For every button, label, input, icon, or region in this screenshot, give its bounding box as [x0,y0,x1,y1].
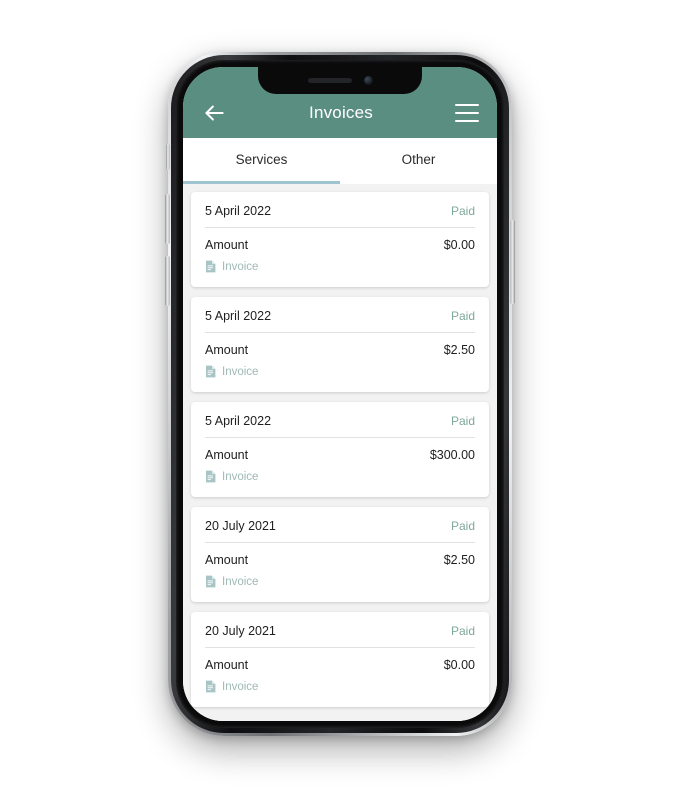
invoice-date: 5 April 2022 [205,309,272,323]
status-badge: Paid [450,519,475,533]
status-badge: Paid [450,624,475,638]
invoice-download-link[interactable]: Invoice [205,365,475,378]
invoice-card[interactable]: 5 April 2022 Paid Amount $300.00 Invoice [191,402,489,497]
menu-bar-2 [455,111,479,115]
amount-label: Amount [205,343,249,357]
amount-value: $0.00 [443,238,475,252]
invoice-amount-row: Amount $0.00 [205,648,475,672]
phone-notch [258,67,422,94]
volume-down-button[interactable] [165,256,170,306]
invoice-amount-row: Amount $2.50 [205,333,475,357]
amount-label: Amount [205,658,249,672]
hamburger-menu-icon[interactable] [455,104,479,122]
invoice-link-label: Invoice [222,680,259,693]
page-title: Invoices [309,103,373,122]
invoice-card-header: 5 April 2022 Paid [205,309,475,333]
invoice-card[interactable]: 20 July 2021 Paid Amount $0.00 Invoice [191,612,489,707]
invoice-amount-row: Amount $2.50 [205,543,475,567]
document-icon [206,260,216,273]
invoice-download-link[interactable]: Invoice [205,680,475,693]
invoice-date: 20 July 2021 [205,624,276,638]
invoice-card-header: 20 July 2021 Paid [205,624,475,648]
amount-label: Amount [205,238,249,252]
invoice-link-label: Invoice [222,575,259,588]
invoice-download-link[interactable]: Invoice [205,575,475,588]
invoice-amount-row: Amount $0.00 [205,228,475,252]
amount-value: $0.00 [443,658,475,672]
front-camera-icon [363,76,373,85]
document-icon [206,680,216,693]
status-badge: Paid [450,204,475,218]
invoice-date: 5 April 2022 [205,414,272,428]
invoice-card[interactable]: 20 July 2021 Paid Amount $2.50 Invoice [191,507,489,602]
amount-value: $300.00 [429,448,475,462]
invoice-date: 20 July 2021 [205,519,276,533]
status-badge: Paid [450,309,475,323]
tab-bar: Services Other [183,138,497,184]
invoice-download-link[interactable]: Invoice [205,260,475,273]
invoice-link-label: Invoice [222,260,259,273]
invoice-link-label: Invoice [222,365,259,378]
arrow-left-icon[interactable] [201,100,227,126]
invoice-link-label: Invoice [222,470,259,483]
menu-bar-3 [455,119,479,122]
status-badge: Paid [450,414,475,428]
power-button[interactable] [510,220,515,304]
screenshot-canvas: Invoices Services Other 5 April 2022 Paid… [0,0,679,800]
amount-label: Amount [205,448,249,462]
volume-up-button[interactable] [165,194,170,244]
invoice-card[interactable]: 5 April 2022 Paid Amount $0.00 Invoice [191,192,489,287]
invoice-card[interactable]: 5 April 2022 Paid Amount $2.50 Invoice [191,297,489,392]
phone-mockup: Invoices Services Other 5 April 2022 Paid… [165,52,515,736]
amount-label: Amount [205,553,249,567]
invoice-list[interactable]: 5 April 2022 Paid Amount $0.00 Invoice 5 Apri… [183,184,497,721]
menu-bar-1 [455,104,479,107]
invoice-date: 5 April 2022 [205,204,272,218]
invoice-card-header: 20 July 2021 Paid [205,519,475,543]
amount-value: $2.50 [443,343,475,357]
invoice-card-header: 5 April 2022 Paid [205,204,475,228]
tab-services[interactable]: Services [183,138,340,184]
tab-other[interactable]: Other [340,138,497,184]
document-icon [206,365,216,378]
earpiece-speaker-icon [307,78,352,83]
invoice-amount-row: Amount $300.00 [205,438,475,462]
amount-value: $2.50 [443,553,475,567]
document-icon [206,575,216,588]
invoice-download-link[interactable]: Invoice [205,470,475,483]
phone-screen: Invoices Services Other 5 April 2022 Paid… [183,67,497,721]
invoice-card-header: 5 April 2022 Paid [205,414,475,438]
silent-switch-button[interactable] [166,144,170,170]
app-header-row: Invoices [201,100,479,126]
document-icon [206,470,216,483]
